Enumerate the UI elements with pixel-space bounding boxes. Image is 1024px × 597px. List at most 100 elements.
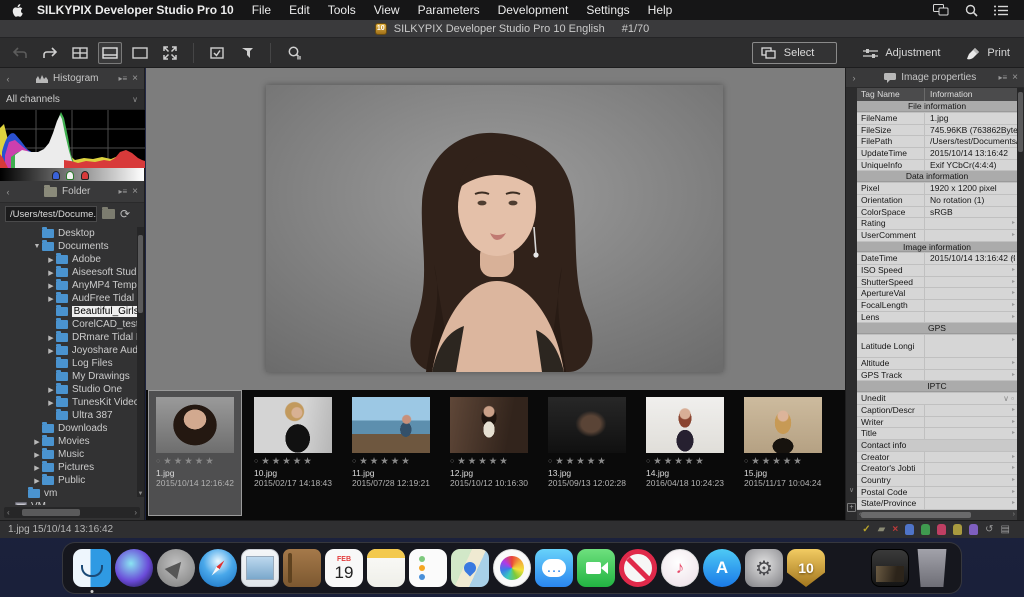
folder-tree-item[interactable]: Log Files xyxy=(0,357,144,370)
properties-row[interactable]: Country xyxy=(857,475,1017,487)
display-mirroring-icon[interactable] xyxy=(933,4,949,16)
folder-tree-item[interactable]: Ultra 387 xyxy=(0,409,144,422)
properties-row[interactable]: Writer xyxy=(857,417,1017,429)
menu-item[interactable]: Development xyxy=(498,3,569,17)
tree-expand-arrow[interactable]: ▶ xyxy=(46,347,56,355)
combination-view-button[interactable] xyxy=(98,42,122,64)
properties-row[interactable]: FilePath /Users/test/Documents/Be xyxy=(857,136,1017,148)
properties-row[interactable]: Latitude Longi xyxy=(857,335,1017,358)
panel-menu-icon[interactable]: ▸≡ xyxy=(118,74,127,83)
folder-tree-item[interactable]: ▶ Movies xyxy=(0,435,144,448)
checkmark-tool-button[interactable] xyxy=(205,42,229,64)
rating-stars[interactable]: ★★★★★ xyxy=(751,456,804,467)
properties-row[interactable]: Image information xyxy=(857,242,1017,254)
properties-row[interactable]: Contact info xyxy=(857,440,1017,452)
midtone-marker[interactable] xyxy=(66,171,74,180)
filmstrip-item[interactable]: ○ ★★★★★ 13.jpg 2015/09/13 12:02:28 xyxy=(540,390,634,516)
folder-tree-item[interactable]: Desktop xyxy=(0,227,144,240)
dock-item[interactable] xyxy=(283,549,321,587)
properties-horizontal-scrollbar[interactable]: ‹› xyxy=(857,510,1017,520)
thumbnail-image[interactable] xyxy=(254,397,332,453)
preview-view-button[interactable] xyxy=(128,42,152,64)
folder-tree-item[interactable]: ▶ Studio One xyxy=(0,383,144,396)
rating-row[interactable]: ○ ★★★★★ xyxy=(450,456,535,467)
rating-clear-icon[interactable]: ○ xyxy=(646,458,650,465)
rating-clear-icon[interactable]: ○ xyxy=(352,458,356,465)
dock-item[interactable] xyxy=(577,549,615,587)
properties-row[interactable]: Rating xyxy=(857,218,1017,230)
filmstrip-item[interactable]: ○ ★★★★★ 12.jpg 2015/10/12 10:16:30 xyxy=(442,390,536,516)
properties-row[interactable]: GPS xyxy=(857,323,1017,335)
properties-row[interactable]: Creator xyxy=(857,452,1017,464)
folder-tree-item[interactable]: CorelCAD_test_ xyxy=(0,318,144,331)
menu-list-icon[interactable] xyxy=(994,5,1008,16)
rating-row[interactable]: ○ ★★★★★ xyxy=(156,456,241,467)
redo-button[interactable] xyxy=(38,42,62,64)
properties-row[interactable]: State/Province xyxy=(857,498,1017,510)
properties-row[interactable]: FocalLength xyxy=(857,300,1017,312)
properties-row[interactable]: Unedit xyxy=(857,393,1017,405)
panel-menu-icon[interactable]: ▸≡ xyxy=(118,187,127,196)
fullscreen-button[interactable] xyxy=(158,42,182,64)
properties-row[interactable]: Lens xyxy=(857,312,1017,324)
thumbnail-image[interactable] xyxy=(352,397,430,453)
dock-item[interactable]: ⚙ xyxy=(745,549,783,587)
dock-item[interactable]: A xyxy=(703,549,741,587)
mark-button[interactable]: ▰ xyxy=(878,524,886,536)
mark-button[interactable]: ↺ xyxy=(985,524,993,536)
menu-item[interactable]: File xyxy=(252,3,271,17)
dock-item[interactable] xyxy=(73,549,111,587)
dock-item[interactable]: ♪ xyxy=(661,549,699,587)
dock-item[interactable] xyxy=(913,549,951,587)
folder-tree-item[interactable]: ▶ AudFree Tidal M xyxy=(0,292,144,305)
properties-row[interactable]: Data information xyxy=(857,171,1017,183)
rating-stars[interactable]: ★★★★★ xyxy=(359,456,412,467)
select-mode-button[interactable]: Select xyxy=(752,42,838,64)
properties-row[interactable]: Pixel 1920 x 1200 pixel xyxy=(857,183,1017,195)
properties-row[interactable]: File information xyxy=(857,101,1017,113)
dock-item[interactable] xyxy=(241,549,279,587)
properties-row[interactable]: FileName 1.jpg xyxy=(857,113,1017,125)
dock-item[interactable] xyxy=(199,549,237,587)
choose-folder-button[interactable] xyxy=(102,209,115,219)
folder-tree-item[interactable]: ▶ Adobe xyxy=(0,253,144,266)
folder-tree-item[interactable]: Beautiful_Girls_ xyxy=(0,305,144,318)
tree-expand-arrow[interactable]: ▶ xyxy=(32,477,42,485)
folder-tree-item[interactable]: ▶ Pictures xyxy=(0,461,144,474)
tree-horizontal-scrollbar[interactable]: ‹› xyxy=(4,507,140,518)
menu-item[interactable]: Tools xyxy=(328,3,356,17)
properties-row[interactable]: UpdateTime 2015/10/14 13:16:42 xyxy=(857,148,1017,160)
collapse-panel-icon[interactable]: ‹ xyxy=(846,73,862,83)
properties-row[interactable]: DateTime 2015/10/14 13:16:42 (I xyxy=(857,253,1017,265)
properties-row[interactable]: IPTC xyxy=(857,381,1017,393)
folder-tree-item[interactable]: ▶ Public xyxy=(0,474,144,487)
menu-item[interactable]: View xyxy=(374,3,400,17)
thumbnail-image[interactable] xyxy=(450,397,528,453)
dock-item[interactable] xyxy=(493,549,531,587)
mark-button[interactable] xyxy=(921,524,930,535)
mark-button[interactable]: ✓ xyxy=(862,524,870,536)
mark-button[interactable] xyxy=(953,524,962,535)
properties-row[interactable]: Creator's Jobti xyxy=(857,463,1017,475)
properties-row[interactable]: Orientation No rotation (1) xyxy=(857,195,1017,207)
undo-button[interactable] xyxy=(8,42,32,64)
folder-tree-item[interactable]: ▶ Aiseesoft Studio xyxy=(0,266,144,279)
folder-tree-item[interactable]: ▶ Music xyxy=(0,448,144,461)
mark-button[interactable] xyxy=(969,524,978,535)
menu-item[interactable]: Settings xyxy=(586,3,629,17)
folder-tree-item[interactable]: vm xyxy=(0,487,144,500)
properties-row[interactable]: Altitude xyxy=(857,358,1017,370)
rating-row[interactable]: ○ ★★★★★ xyxy=(254,456,339,467)
dock-item[interactable] xyxy=(829,549,867,587)
menu-item[interactable]: Parameters xyxy=(418,3,480,17)
thumbnail-image[interactable] xyxy=(548,397,626,453)
collapse-panel-icon[interactable]: ‹ xyxy=(0,187,16,197)
properties-row[interactable]: GPS Track xyxy=(857,370,1017,382)
filmstrip-item[interactable]: ○ ★★★★★ 10.jpg 2015/02/17 14:18:43 xyxy=(246,390,340,516)
rating-row[interactable]: ○ ★★★★★ xyxy=(352,456,437,467)
print-mode-button[interactable]: Print xyxy=(966,47,1010,60)
dock-item[interactable] xyxy=(115,549,153,587)
dock-item[interactable] xyxy=(871,549,909,587)
properties-row[interactable]: Postal Code xyxy=(857,487,1017,499)
dock-item[interactable]: 10 xyxy=(787,549,825,587)
